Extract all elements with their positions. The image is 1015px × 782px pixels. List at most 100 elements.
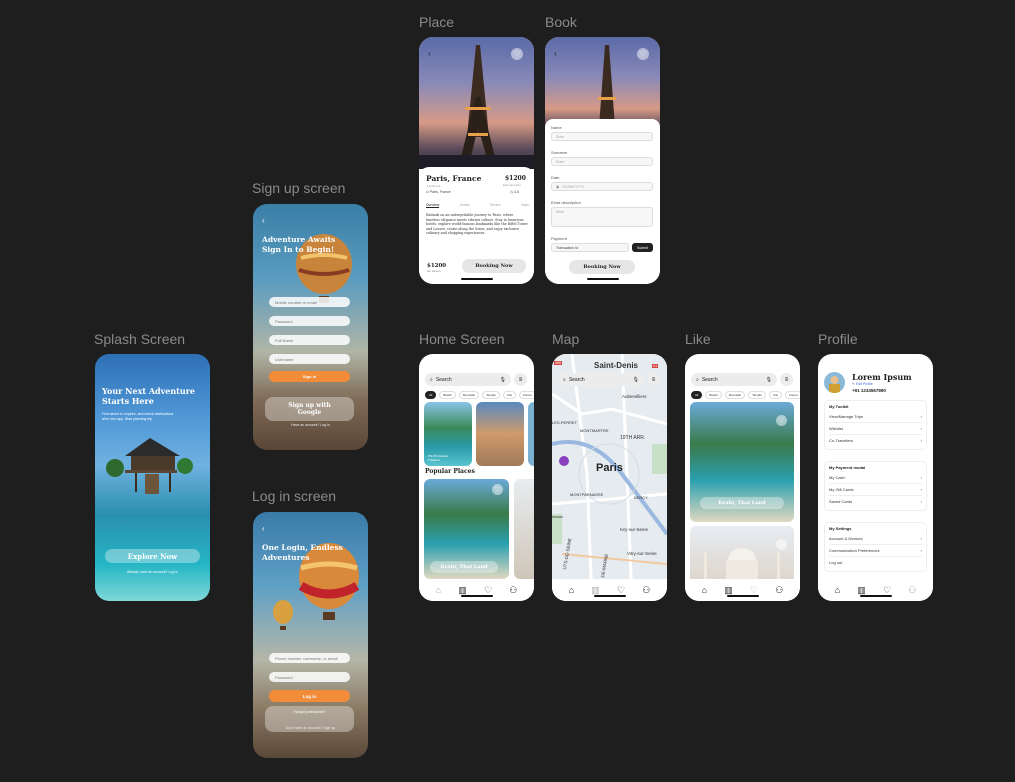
menu-row-gift-cards[interactable]: My Gift Cards › (829, 484, 922, 496)
bottom-tab-bar: ⌂ ▥ ♡ ⚇ (419, 579, 534, 601)
map-icon[interactable]: ▥ (857, 585, 866, 596)
chip-all[interactable]: All (425, 391, 437, 399)
back-icon[interactable]: ‹ (262, 216, 265, 225)
splash-login-link[interactable]: Already have an account? Log in (95, 570, 210, 574)
tab-maps[interactable]: Maps (521, 203, 529, 208)
name-input[interactable]: Enter (551, 132, 653, 141)
signup-login-link[interactable]: Have an account? Log in (253, 423, 368, 427)
profile-icon[interactable]: ⚇ (509, 585, 517, 596)
tab-overview[interactable]: Overview (426, 203, 440, 208)
back-icon[interactable]: ‹ (554, 49, 557, 58)
submit-button[interactable]: Submit (632, 243, 653, 252)
signup-email-field[interactable]: Mobile number or email (269, 297, 350, 307)
back-icon[interactable]: ‹ (262, 524, 265, 533)
home-icon[interactable]: ⌂ (436, 585, 441, 595)
featured-card-balloons[interactable] (476, 402, 524, 466)
chip-forest[interactable]: Forest (519, 391, 534, 399)
chip-city[interactable]: City (768, 391, 783, 399)
row-label: My Gift Cards (829, 487, 854, 492)
map-label-montmartre: MONTMARTRE (580, 428, 609, 433)
avatar (824, 372, 845, 393)
booking-now-button[interactable]: Booking Now (569, 260, 635, 274)
menu-icon[interactable]: ≡ (514, 373, 527, 386)
menu-icon[interactable]: ≡ (647, 373, 660, 386)
heart-icon[interactable]: ♡ (883, 585, 891, 596)
menu-row-account[interactable]: Account & Devices › (829, 533, 922, 545)
profile-icon[interactable]: ⚇ (642, 585, 650, 596)
heart-icon[interactable]: ♡ (484, 585, 492, 596)
profile-icon[interactable]: ⚇ (775, 585, 783, 596)
description-textarea[interactable]: Write (551, 207, 653, 227)
home-icon[interactable]: ⌂ (702, 585, 707, 595)
login-signup-link[interactable]: Don't have an account? Sign up (253, 726, 368, 730)
popular-card-partial[interactable] (514, 479, 534, 579)
map-icon[interactable]: ▥ (591, 585, 600, 596)
favorite-heart-icon[interactable]: ♡ (637, 48, 649, 60)
menu-row-logout[interactable]: Log out (829, 557, 922, 568)
signin-button[interactable]: Sign in (269, 371, 350, 382)
chip-forest[interactable]: Forest (785, 391, 800, 399)
featured-card-partial[interactable] (528, 402, 534, 466)
mic-icon[interactable]: 🎙 (500, 377, 506, 383)
date-input[interactable]: ▦ DD/MM/YYYY (551, 182, 653, 191)
menu-row-communication[interactable]: Communication Preferences › (829, 545, 922, 557)
signup-password-field[interactable]: Password (269, 316, 350, 326)
menu-row-trips[interactable]: View/Manage Trips › (829, 411, 922, 423)
chip-city[interactable]: City (502, 391, 517, 399)
login-identifier-field[interactable]: Phone number, username, or email (269, 653, 350, 663)
chip-temple[interactable]: Temple (482, 391, 500, 399)
home-icon[interactable]: ⌂ (569, 585, 574, 595)
surname-input[interactable]: Enter (551, 157, 653, 166)
menu-icon[interactable]: ≡ (780, 373, 793, 386)
signup-fullname-field[interactable]: Full Name (269, 335, 350, 345)
mic-icon[interactable]: 🎙 (766, 377, 772, 383)
home-screen: ⌕ Search 🎙 ≡ All Beach Mountain Temple Cit… (419, 354, 534, 601)
home-icon[interactable]: ⌂ (835, 585, 840, 595)
menu-row-cotravellers[interactable]: Co-Travellers › (829, 435, 922, 446)
featured-card-islands[interactable]: Phi Phi Islands, Thailand (424, 402, 472, 466)
login-button[interactable]: Log in (269, 690, 350, 702)
liked-card-label: Krabi, Thai Land (700, 497, 784, 509)
signup-username-field[interactable]: Username (269, 354, 350, 364)
favorite-heart-icon[interactable]: ♡ (511, 48, 523, 60)
menu-row-cash[interactable]: My Cash › (829, 472, 922, 484)
map-label-montparnasse: MONTPARNASSE (570, 492, 604, 497)
heart-icon[interactable]: ♡ (750, 585, 758, 596)
search-bar[interactable]: ⌕ Search 🎙 (425, 373, 511, 386)
frame-label-place: Place (419, 14, 455, 30)
heart-icon[interactable]: ♡ (617, 585, 625, 596)
menu-row-saved-cards[interactable]: Saved Cards › (829, 496, 922, 507)
map-icon[interactable]: ▥ (458, 585, 467, 596)
popular-card-krabi[interactable]: ♡ Krabi, Thai Land (424, 479, 509, 579)
edit-profile-link[interactable]: ✎ Edit Profile (852, 382, 873, 386)
frame-label-home: Home Screen (419, 331, 505, 347)
tab-review[interactable]: Review (490, 203, 500, 208)
liked-card-taj[interactable]: ♡ (690, 526, 794, 586)
login-password-field[interactable]: Password (269, 672, 350, 682)
tab-details[interactable]: Details (460, 203, 470, 208)
menu-row-wishlist[interactable]: Wishlist › (829, 423, 922, 435)
booking-now-button[interactable]: Booking Now (462, 259, 526, 273)
chip-mountain[interactable]: Mountain (458, 391, 480, 399)
liked-card-krabi[interactable]: ♡ Krabi, Thai Land (690, 402, 794, 522)
chip-mountain[interactable]: Mountain (724, 391, 746, 399)
back-icon[interactable]: ‹ (428, 49, 431, 58)
map-icon[interactable]: ▥ (724, 585, 733, 596)
chip-beach[interactable]: Beach (439, 391, 456, 399)
frame-label-splash: Splash Screen (94, 331, 186, 347)
favorite-heart-icon[interactable]: ♡ (776, 539, 787, 550)
explore-now-button[interactable]: Explore Now (105, 549, 200, 563)
label-payment: Payment (551, 236, 567, 241)
chip-temple[interactable]: Temple (748, 391, 766, 399)
payment-input[interactable]: Transaction Id (551, 243, 629, 252)
chip-beach[interactable]: Beach (705, 391, 722, 399)
search-bar[interactable]: ⌕ Search 🎙 (558, 373, 644, 386)
google-signup-button[interactable]: Sign up with Google (265, 397, 354, 421)
profile-icon[interactable]: ⚇ (908, 585, 916, 596)
search-bar[interactable]: ⌕ Search 🎙 (691, 373, 777, 386)
chip-all[interactable]: All (691, 391, 703, 399)
favorite-heart-icon[interactable]: ♡ (776, 415, 787, 426)
favorite-heart-icon[interactable]: ♡ (492, 484, 503, 495)
mic-icon[interactable]: 🎙 (633, 377, 639, 383)
map-canvas[interactable] (552, 354, 667, 601)
